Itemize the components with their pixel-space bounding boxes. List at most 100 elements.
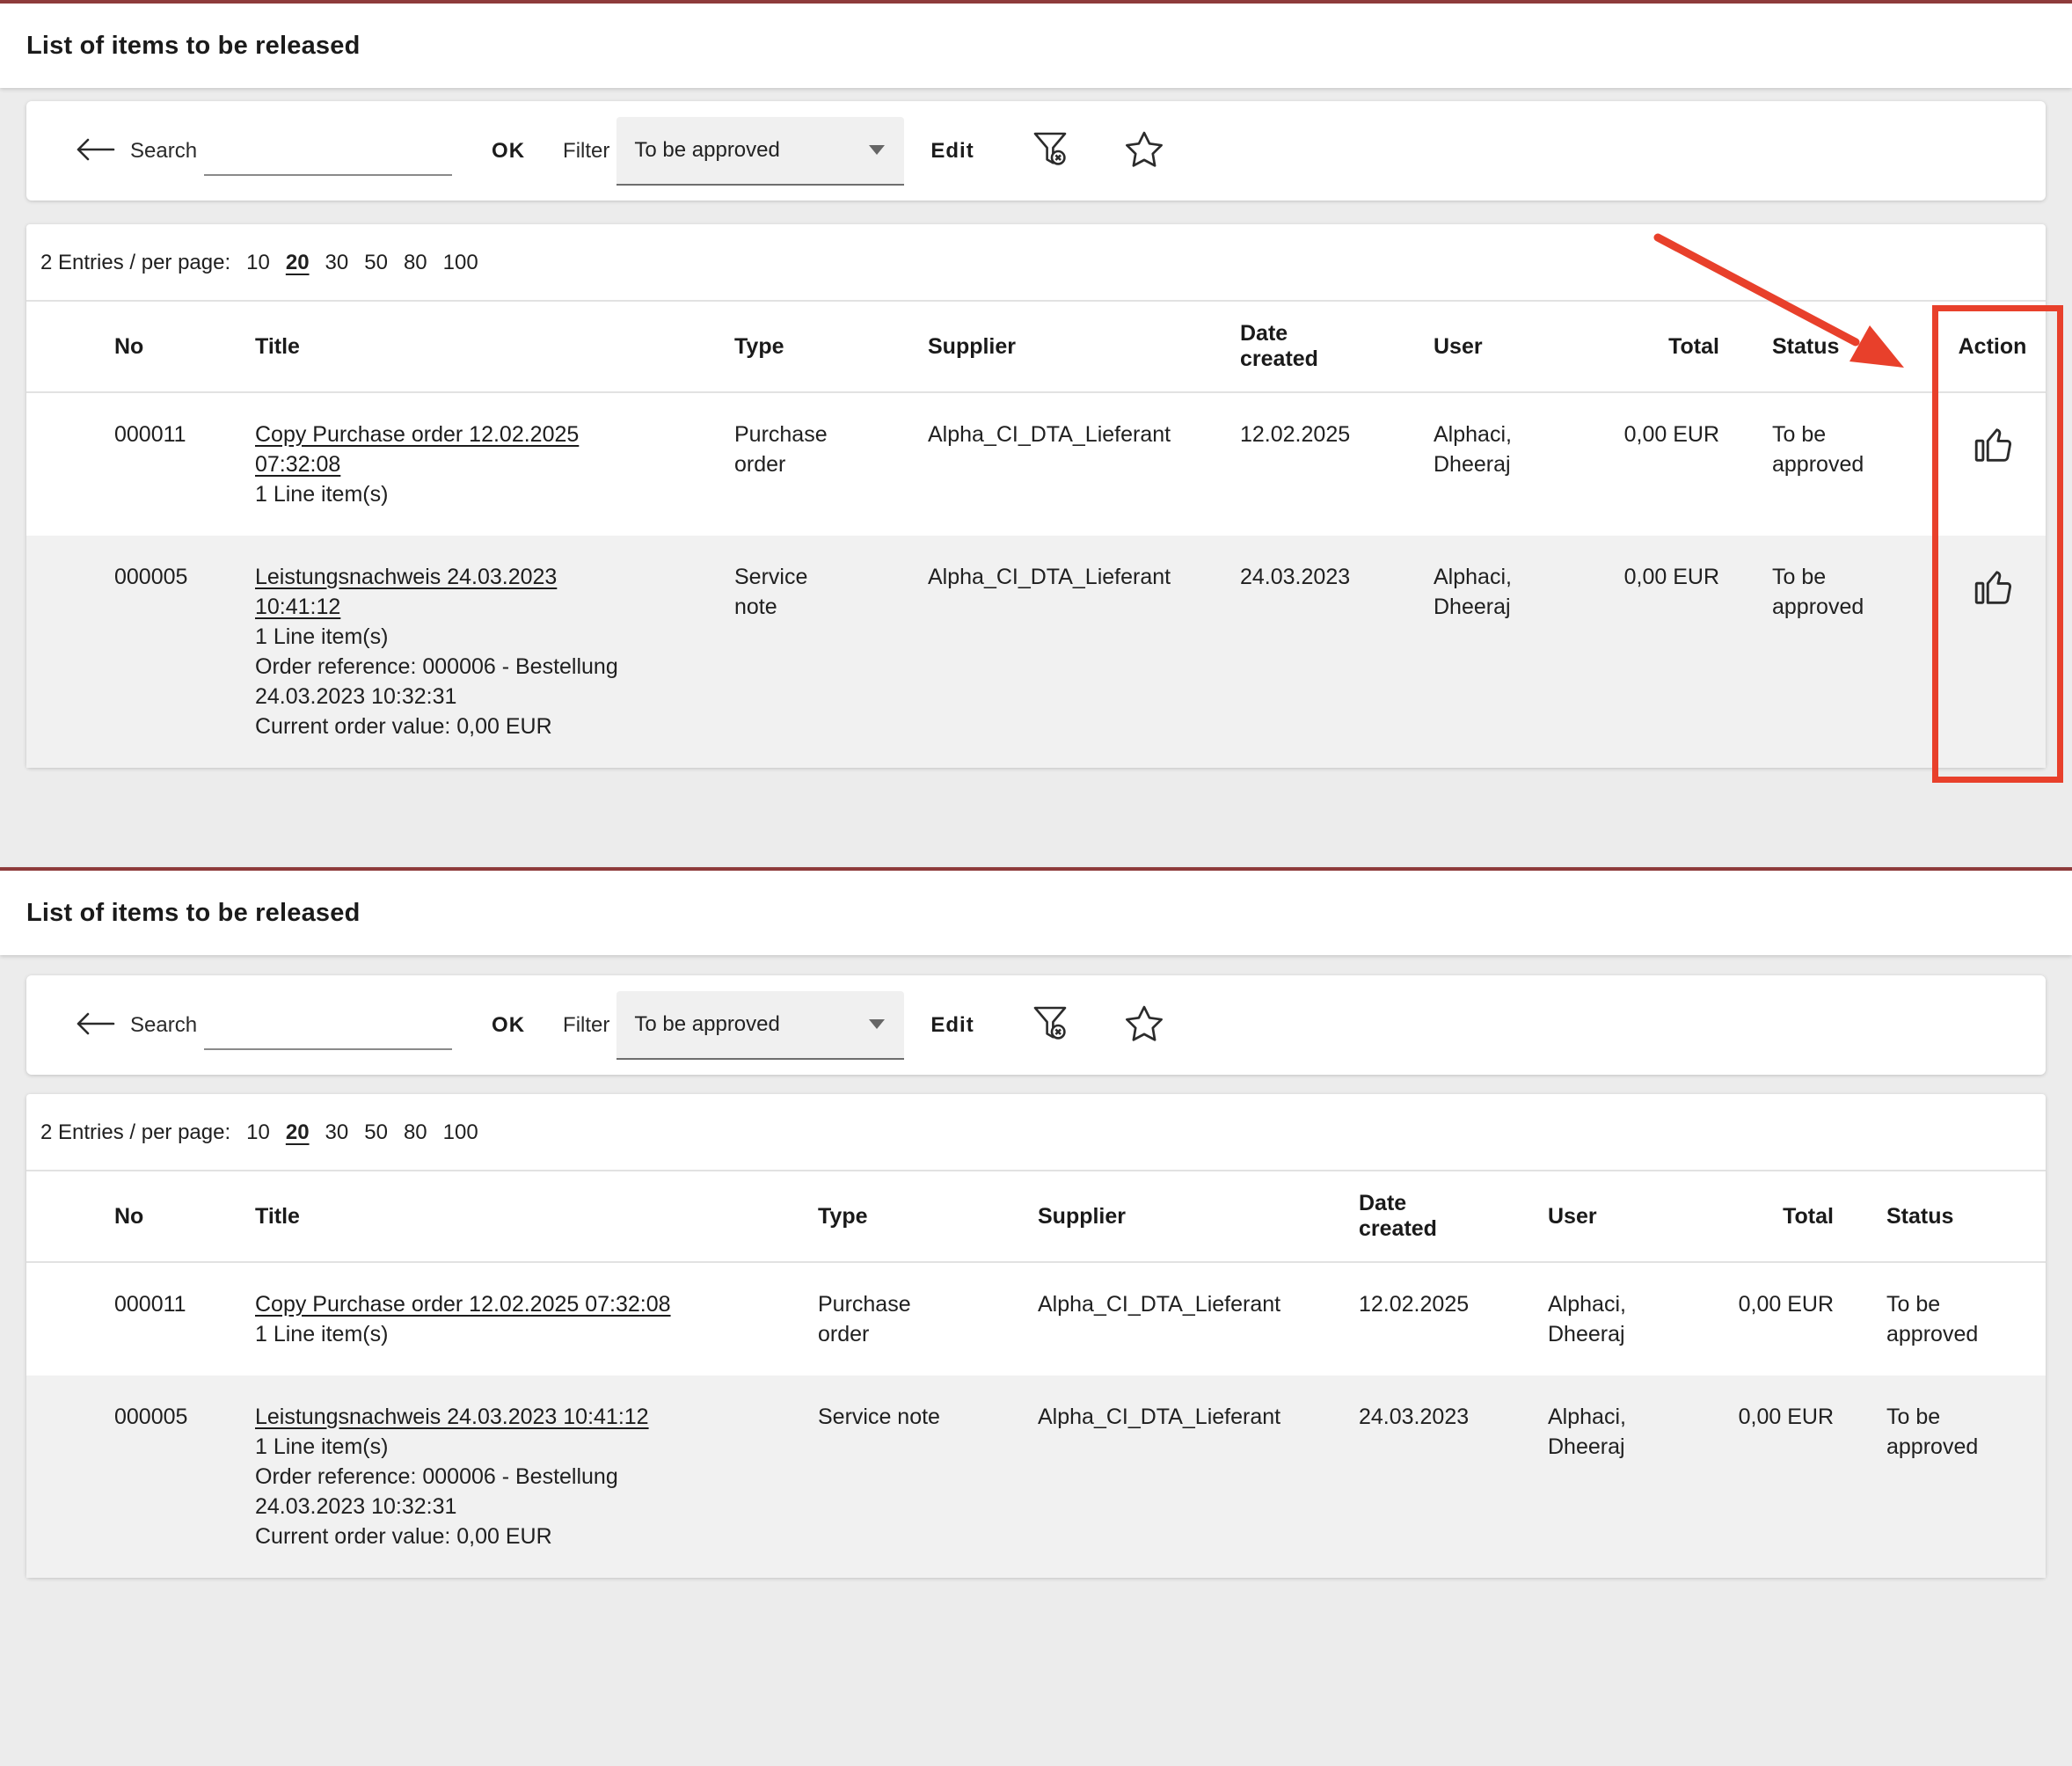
table-header-row: No Title Type Supplier Date created User… (26, 300, 2046, 393)
cell-status: To be approved (1864, 1263, 2046, 1376)
per-page-option-100[interactable]: 100 (443, 251, 478, 275)
cell-supplier: Alpha_CI_DTA_Lieferant (910, 536, 1222, 618)
arrow-left-icon (75, 135, 115, 166)
header-type: Type (734, 334, 910, 360)
cell-type: Service note (818, 1376, 1020, 1458)
document-link[interactable]: Copy Purchase order 12.02.2025 07:32:08 (255, 422, 579, 477)
cell-type: Service note (734, 536, 910, 648)
line-items-info: 1 Line item(s) (255, 1432, 712, 1462)
cell-no: 000005 (26, 536, 255, 618)
cell-user: Alphaci, Dheeraj (1530, 1263, 1733, 1376)
entries-count-label: 2 Entries / per page: (40, 251, 230, 275)
ok-button[interactable]: OK (492, 139, 525, 164)
per-page-option-20[interactable]: 20 (286, 1120, 310, 1145)
order-reference-info: Order reference: 000006 - Bestellung 24.… (255, 1462, 712, 1522)
cell-no: 000005 (26, 1376, 255, 1458)
per-page-option-100[interactable]: 100 (443, 1120, 478, 1145)
order-value-info: Current order value: 0,00 EUR (255, 1522, 712, 1551)
cell-user: Alphaci, Dheeraj (1416, 393, 1618, 506)
header-no: No (26, 334, 255, 360)
panel-bottom: List of items to be released Search OK F… (0, 867, 2072, 1578)
cell-no: 000011 (26, 393, 255, 476)
cell-title: Leistungsnachweis 24.03.2023 10:41:12 1 … (255, 1376, 818, 1578)
filter-dropdown[interactable]: To be approved (616, 991, 904, 1060)
line-items-info: 1 Line item(s) (255, 479, 624, 509)
pagination-bar: 2 Entries / per page: 10 20 30 50 80 100 (26, 224, 2046, 300)
table-row: 000005 Leistungsnachweis 24.03.2023 10:4… (26, 1376, 2046, 1578)
search-input[interactable] (204, 127, 452, 176)
cell-type: Purchase order (818, 1263, 1020, 1376)
per-page-option-80[interactable]: 80 (404, 1120, 427, 1145)
per-page-option-80[interactable]: 80 (404, 251, 427, 275)
approve-button[interactable] (1973, 562, 2013, 616)
toolbar: Search OK Filter To be approved Edit (26, 101, 2046, 201)
per-page-option-20[interactable]: 20 (286, 251, 310, 275)
per-page-option-50[interactable]: 50 (364, 251, 388, 275)
document-link[interactable]: Copy Purchase order 12.02.2025 07:32:08 (255, 1292, 671, 1317)
thumb-up-icon (1973, 588, 2013, 613)
caret-down-icon (869, 145, 885, 155)
toolbar: Search OK Filter To be approved Edit (26, 975, 2046, 1075)
funnel-x-icon (1029, 1003, 1071, 1047)
cell-total: 0,00 EUR (1618, 393, 1750, 476)
funnel-x-icon (1029, 128, 1071, 173)
cell-status: To be approved (1750, 393, 1939, 506)
table-row: 000005 Leistungsnachweis 24.03.2023 10:4… (26, 536, 2046, 768)
entries-count-label: 2 Entries / per page: (40, 1120, 230, 1145)
header-date-created: Date created (1222, 321, 1416, 372)
per-page-option-30[interactable]: 30 (325, 1120, 349, 1145)
favorite-button[interactable] (1122, 1002, 1166, 1048)
cell-supplier: Alpha_CI_DTA_Lieferant (910, 393, 1222, 476)
header-user: User (1416, 334, 1618, 360)
filter-dropdown-value: To be approved (634, 1012, 779, 1037)
per-page-option-30[interactable]: 30 (325, 251, 349, 275)
header-date-created: Date created (1341, 1191, 1530, 1242)
table-header-row: No Title Type Supplier Date created User… (26, 1170, 2046, 1263)
back-button[interactable] (75, 1011, 115, 1040)
document-link[interactable]: Leistungsnachweis 24.03.2023 10:41:12 (255, 565, 557, 619)
header-title: Title (255, 334, 734, 360)
clear-filter-button[interactable] (1029, 128, 1071, 173)
filter-dropdown[interactable]: To be approved (616, 117, 904, 186)
pagination-bar: 2 Entries / per page: 10 20 30 50 80 100 (26, 1094, 2046, 1170)
header-user: User (1530, 1204, 1733, 1230)
cell-type: Purchase order (734, 393, 910, 506)
header-no: No (26, 1204, 255, 1230)
edit-button[interactable]: Edit (930, 139, 974, 164)
cell-date-created: 24.03.2023 (1222, 536, 1416, 618)
header-type: Type (818, 1204, 1020, 1230)
search-input[interactable] (204, 1001, 452, 1050)
header-action: Action (1939, 334, 2046, 360)
per-page-option-10[interactable]: 10 (246, 251, 270, 275)
ok-button[interactable]: OK (492, 1013, 525, 1038)
spacer (26, 768, 2046, 867)
header-supplier: Supplier (1020, 1204, 1341, 1230)
header-total: Total (1733, 1204, 1864, 1230)
cell-title: Leistungsnachweis 24.03.2023 10:41:12 1 … (255, 536, 734, 768)
header-title: Title (255, 1204, 818, 1230)
favorite-button[interactable] (1122, 128, 1166, 174)
cell-date-created: 12.02.2025 (1341, 1263, 1530, 1346)
filter-label: Filter (563, 139, 609, 164)
table-row: 000011 Copy Purchase order 12.02.2025 07… (26, 393, 2046, 536)
per-page-option-10[interactable]: 10 (246, 1120, 270, 1145)
page-title: List of items to be released (26, 32, 361, 61)
edit-button[interactable]: Edit (930, 1013, 974, 1038)
page-header: List of items to be released (0, 0, 2072, 88)
clear-filter-button[interactable] (1029, 1003, 1071, 1047)
approve-button[interactable] (1973, 420, 2013, 473)
cell-action (1939, 393, 2046, 500)
document-link[interactable]: Leistungsnachweis 24.03.2023 10:41:12 (255, 1405, 649, 1429)
panel-body: Search OK Filter To be approved Edit (0, 975, 2072, 1578)
panel-body: Search OK Filter To be approved Edit (0, 101, 2072, 867)
header-status: Status (1750, 334, 1939, 360)
results-table-card: 2 Entries / per page: 10 20 30 50 80 100… (26, 224, 2046, 768)
order-value-info: Current order value: 0,00 EUR (255, 712, 624, 741)
star-icon (1122, 1002, 1166, 1048)
order-reference-info: Order reference: 000006 - Bestellung 24.… (255, 652, 624, 712)
cell-date-created: 24.03.2023 (1341, 1376, 1530, 1458)
page-header: List of items to be released (0, 867, 2072, 955)
search-label: Search (130, 1013, 197, 1038)
per-page-option-50[interactable]: 50 (364, 1120, 388, 1145)
back-button[interactable] (75, 136, 115, 166)
